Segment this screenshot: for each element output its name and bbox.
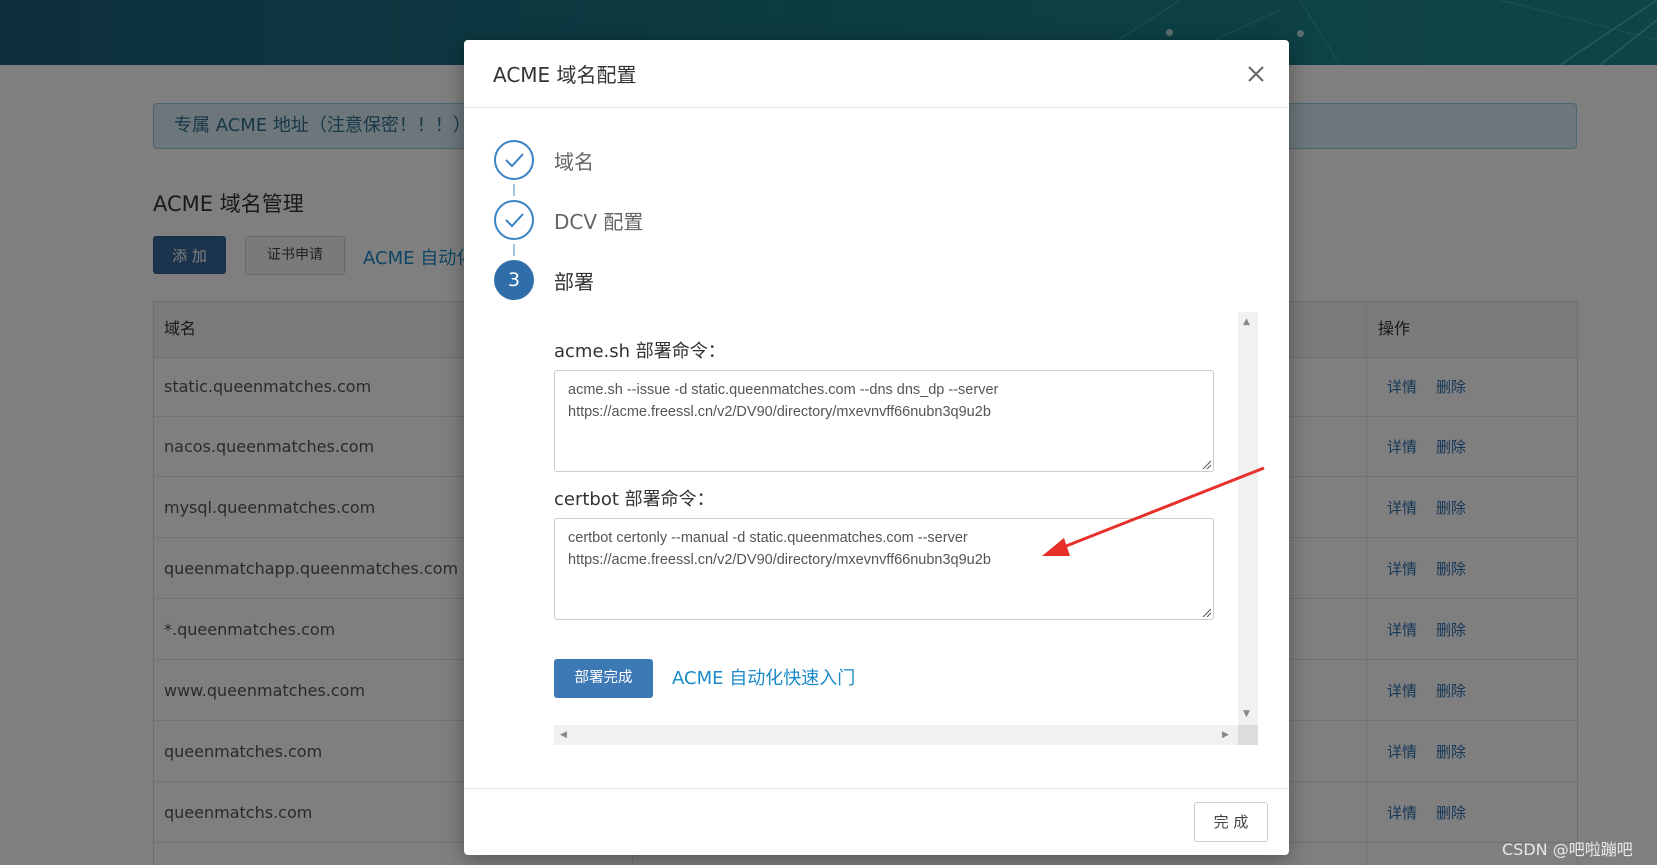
modal-footer: 完 成	[464, 788, 1289, 856]
quick-start-link[interactable]: ACME 自动化快速入门	[672, 664, 855, 690]
step-number: 3	[494, 260, 534, 300]
step-label: 部署	[554, 270, 594, 294]
close-icon[interactable]	[1242, 60, 1270, 88]
scrollbar-corner	[1238, 725, 1258, 745]
deploy-done-button[interactable]: 部署完成	[554, 659, 653, 698]
resize-grip-icon[interactable]	[1201, 607, 1211, 617]
finish-button[interactable]: 完 成	[1194, 802, 1268, 842]
modal-header: ACME 域名配置	[464, 40, 1289, 108]
step-label: DCV 配置	[554, 210, 644, 234]
step-label: 域名	[554, 150, 594, 174]
scroll-right-icon[interactable]: ▶	[1222, 730, 1229, 740]
step-connector	[513, 244, 515, 256]
horizontal-scrollbar[interactable]: ◀ ▶	[554, 725, 1238, 745]
certbot-label: certbot 部署命令：	[554, 489, 715, 510]
check-icon	[494, 200, 534, 240]
red-arrow-annotation	[1042, 466, 1265, 556]
scroll-up-icon[interactable]: ▲	[1243, 317, 1250, 327]
acme-sh-label: acme.sh 部署命令：	[554, 341, 726, 362]
scroll-down-icon[interactable]: ▼	[1243, 709, 1250, 719]
watermark: CSDN @吧啦蹦吧	[1502, 840, 1633, 859]
acme-sh-command-textarea[interactable]: acme.sh --issue -d static.queenmatches.c…	[554, 370, 1214, 472]
check-icon	[494, 140, 534, 180]
scroll-left-icon[interactable]: ◀	[560, 730, 567, 740]
acme-config-modal: ACME 域名配置 域名 DCV 配置 3 部署 acme.sh 部署命令： a…	[464, 40, 1289, 855]
step-connector	[513, 184, 515, 196]
command-line: https://acme.freessl.cn/v2/DV90/director…	[568, 404, 991, 420]
command-line: acme.sh --issue -d static.queenmatches.c…	[568, 382, 999, 398]
modal-title: ACME 域名配置	[493, 63, 637, 87]
